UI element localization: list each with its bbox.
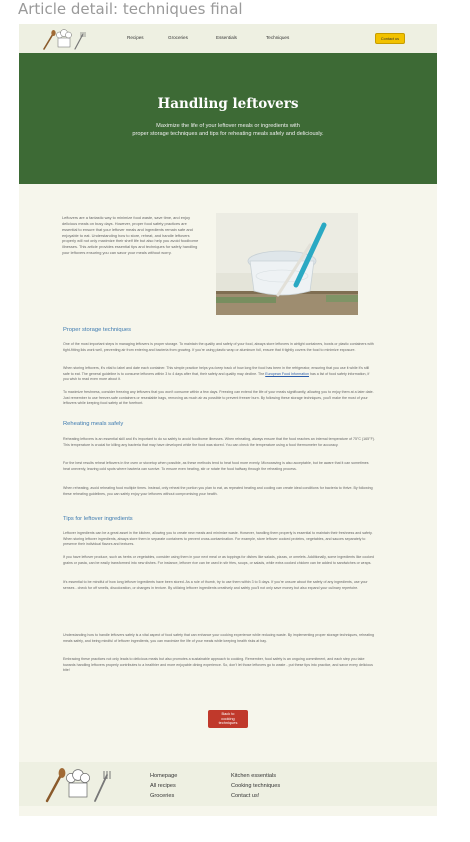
section-paragraph: To maximize freshness, consider freezing…	[63, 390, 374, 406]
nav-groceries[interactable]: Groceries	[168, 35, 188, 40]
footer-link-kitchen-essentials[interactable]: Kitchen essentials	[231, 773, 276, 779]
section-paragraph: If you have leftover produce, such as he…	[63, 555, 374, 565]
nav-recipes[interactable]: Recipes	[127, 35, 144, 40]
back-button-line: techniques	[218, 720, 238, 726]
section-heading-ingredients: Tips for leftover ingredients	[63, 516, 133, 522]
section-heading-reheating: Reheating meals safely	[63, 421, 124, 427]
back-to-techniques-button[interactable]: Back to cooking techniques	[208, 710, 248, 728]
section-heading-storage: Proper storage techniques	[63, 327, 131, 333]
hero-subtitle: Maximize the life of your leftover meals…	[79, 122, 377, 138]
footer-link-homepage[interactable]: Homepage	[150, 773, 177, 779]
section-paragraph: When storing leftovers, it's vital to la…	[63, 366, 375, 383]
nav-essentials[interactable]: Essentials	[216, 35, 237, 40]
section-paragraph: When reheating, avoid reheating food mul…	[63, 486, 373, 496]
hero-subtitle-line-1: Maximize the life of your leftover meals…	[156, 123, 300, 129]
contact-button[interactable]: Contact us	[375, 33, 405, 44]
european-food-information-link[interactable]: European Food Information	[265, 372, 309, 376]
section-paragraph: For the best results reheat leftovers in…	[63, 461, 369, 471]
page-caption: Article detail: techniques final	[18, 0, 243, 18]
footer-link-cooking-techniques[interactable]: Cooking techniques	[231, 783, 280, 789]
page-frame: Recipes Groceries Essentials Techniques …	[19, 24, 437, 816]
footer: Homepage All recipes Groceries Kitchen e…	[19, 762, 437, 806]
conclusion-paragraph: Embracing these practices not only leads…	[63, 657, 373, 673]
leftovers-container-image	[216, 213, 358, 315]
hero-subtitle-line-2: proper storage techniques and tips for r…	[132, 131, 324, 138]
footer-link-all-recipes[interactable]: All recipes	[150, 783, 176, 789]
page-title: Handling leftovers	[157, 96, 299, 112]
section-paragraph: Leftover ingredients can be a great asse…	[63, 531, 373, 547]
intro-paragraph: Leftovers are a fantastic way to minimiz…	[62, 215, 199, 256]
hero-banner: Handling leftovers Maximize the life of …	[19, 53, 437, 184]
footer-link-groceries[interactable]: Groceries	[150, 793, 174, 799]
conclusion-paragraph: Understanding how to handle leftovers sa…	[63, 633, 375, 643]
footer-link-contact[interactable]: Contact us!	[231, 793, 259, 799]
top-navigation-bar: Recipes Groceries Essentials Techniques …	[19, 24, 437, 53]
section-paragraph: Reheating leftovers is an essential skil…	[63, 437, 375, 447]
chef-logo-icon[interactable]	[43, 765, 113, 803]
chef-logo-icon[interactable]	[41, 28, 87, 50]
section-paragraph: One of the most important steps in manag…	[63, 342, 374, 352]
nav-techniques[interactable]: Techniques	[266, 35, 289, 40]
section-paragraph: It's essential to be mindful of how long…	[63, 580, 368, 590]
